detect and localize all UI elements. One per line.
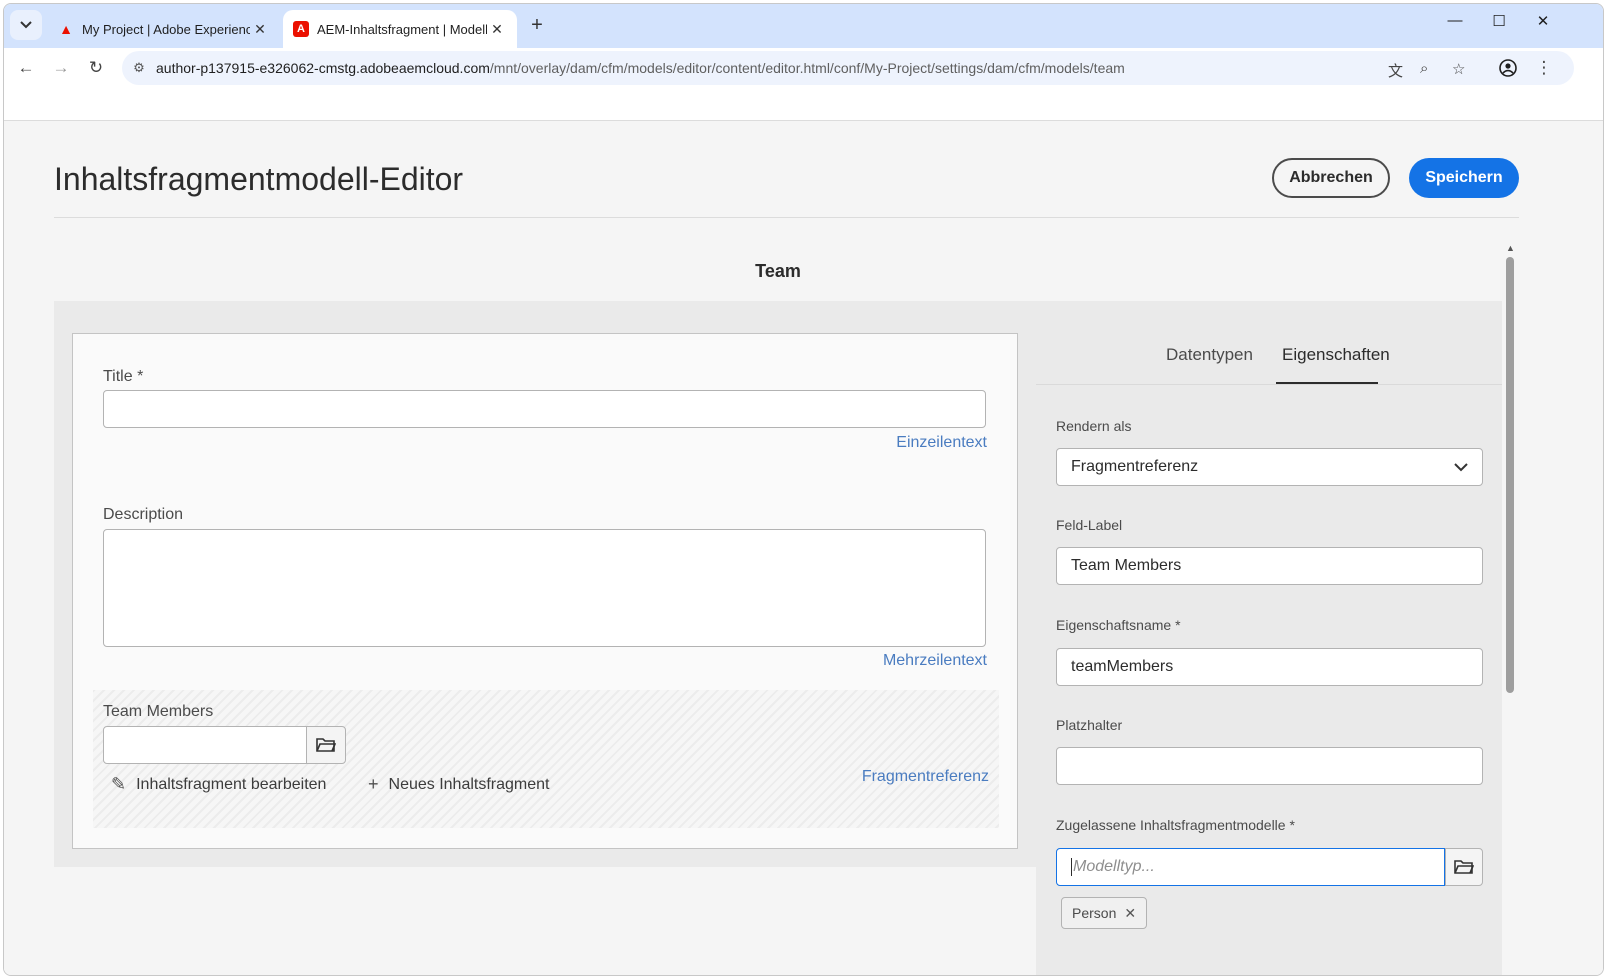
forward-icon[interactable]: → bbox=[47, 54, 75, 82]
property-name-input[interactable]: teamMembers bbox=[1056, 648, 1483, 686]
close-tab-icon[interactable]: ✕ bbox=[487, 21, 507, 38]
tab-strip: ▲ My Project | Adobe Experience ✕ A AEM-… bbox=[4, 4, 1603, 48]
model-name: Team bbox=[755, 261, 801, 281]
title-field-label: Title * bbox=[103, 368, 144, 385]
aem-page: Inhaltsfragmentmodell-Editor Abbrechen S… bbox=[4, 120, 1603, 975]
allowed-models-placeholder: Modelltyp... bbox=[1071, 858, 1155, 876]
browse-models-button[interactable] bbox=[1445, 848, 1483, 886]
chevron-down-icon bbox=[1454, 462, 1468, 471]
render-as-label: Rendern als bbox=[1056, 418, 1132, 434]
close-window-icon[interactable]: ✕ bbox=[1520, 12, 1566, 30]
remove-tag-icon[interactable]: ✕ bbox=[1124, 905, 1136, 922]
close-tab-icon[interactable]: ✕ bbox=[250, 21, 270, 38]
allowed-models-label: Zugelassene Inhaltsfragmentmodelle * bbox=[1056, 817, 1295, 833]
team-members-path-input[interactable] bbox=[103, 726, 307, 764]
tab-title: My Project | Adobe Experience bbox=[82, 21, 250, 37]
adobe-favicon-icon: A bbox=[293, 21, 309, 37]
profile-icon[interactable] bbox=[1494, 54, 1522, 82]
panel-tabs: Datentypen Eigenschaften bbox=[1036, 301, 1502, 385]
browser-toolbar: ← → ↻ ⚙ author-p137915-e326062-cmstg.ado… bbox=[4, 48, 1603, 88]
page-title: Inhaltsfragmentmodell-Editor bbox=[54, 161, 464, 197]
render-as-value: Fragmentreferenz bbox=[1071, 458, 1199, 475]
placeholder-label: Platzhalter bbox=[1056, 717, 1123, 733]
zoom-icon[interactable]: ⌕ bbox=[1420, 60, 1428, 77]
description-field-input[interactable] bbox=[103, 529, 986, 647]
model-title-bar: Team bbox=[54, 243, 1502, 301]
edit-fragment-label: Inhaltsfragment bearbeiten bbox=[136, 775, 327, 793]
folder-icon bbox=[316, 738, 336, 752]
browser-menu-icon[interactable]: ⋮ bbox=[1530, 54, 1558, 82]
property-name-label: Eigenschaftsname * bbox=[1056, 617, 1181, 633]
url-host: author-p137915-e326062-cmstg.adobeaemclo… bbox=[156, 60, 490, 76]
title-field-input[interactable] bbox=[103, 390, 986, 428]
title-field-type: Einzeilentext bbox=[896, 434, 987, 451]
tab-eigenschaften[interactable]: Eigenschaften bbox=[1282, 345, 1390, 365]
new-fragment-action[interactable]: + Neues Inhaltsfragment bbox=[368, 774, 550, 795]
adobe-favicon-icon: ▲ bbox=[59, 21, 73, 37]
translate-icon[interactable]: 文 bbox=[1388, 60, 1403, 81]
address-bar[interactable]: ⚙ author-p137915-e326062-cmstg.adobeaemc… bbox=[122, 51, 1574, 85]
team-members-field-selected[interactable]: Team Members ✎ Inhaltsfragment bearbeite… bbox=[93, 690, 999, 828]
save-button[interactable]: Speichern bbox=[1409, 158, 1519, 198]
allowed-models-input[interactable]: Modelltyp... bbox=[1056, 848, 1445, 886]
tab-search-button[interactable] bbox=[10, 10, 42, 40]
maximize-icon[interactable]: ☐ bbox=[1476, 12, 1522, 30]
browser-window: ▲ My Project | Adobe Experience ✕ A AEM-… bbox=[3, 3, 1604, 976]
minimize-icon[interactable]: — bbox=[1432, 12, 1478, 29]
cancel-button[interactable]: Abbrechen bbox=[1272, 158, 1390, 198]
tab-title: AEM-Inhaltsfragment | Modell-E bbox=[317, 21, 487, 37]
folder-icon bbox=[1454, 860, 1474, 874]
scroll-thumb[interactable] bbox=[1506, 257, 1514, 693]
new-fragment-label: Neues Inhaltsfragment bbox=[388, 775, 550, 793]
plus-icon: + bbox=[368, 774, 379, 794]
back-icon[interactable]: ← bbox=[12, 54, 40, 82]
field-label-input[interactable]: Team Members bbox=[1056, 547, 1483, 585]
site-info-icon[interactable]: ⚙ bbox=[122, 60, 156, 76]
scroll-up-icon[interactable]: ▲ bbox=[1506, 243, 1515, 253]
selected-tab-indicator bbox=[1276, 382, 1378, 384]
model-tag-person: Person ✕ bbox=[1061, 897, 1148, 929]
new-tab-icon[interactable]: + bbox=[525, 14, 549, 37]
placeholder-input[interactable] bbox=[1056, 747, 1483, 785]
description-field-label: Description bbox=[103, 506, 184, 523]
properties-panel: Datentypen Eigenschaften Rendern als Fra… bbox=[1036, 301, 1502, 975]
model-canvas: Title * Einzeilentext Description Mehrze… bbox=[54, 301, 1036, 867]
tab-datentypen[interactable]: Datentypen bbox=[1166, 345, 1253, 365]
browse-folder-button[interactable] bbox=[306, 726, 346, 764]
profile-avatar-icon bbox=[1499, 59, 1517, 77]
header-divider bbox=[54, 217, 1519, 218]
tag-label: Person bbox=[1072, 905, 1117, 921]
chevron-down-icon bbox=[20, 21, 32, 29]
bookmark-star-icon[interactable]: ☆ bbox=[1452, 60, 1465, 78]
field-label-label: Feld-Label bbox=[1056, 517, 1123, 533]
team-members-field-type: Fragmentreferenz bbox=[861, 768, 989, 785]
tab-aem-fragment[interactable]: A AEM-Inhaltsfragment | Modell-E ✕ bbox=[283, 10, 517, 48]
edit-fragment-action[interactable]: ✎ Inhaltsfragment bearbeiten bbox=[111, 774, 326, 795]
team-members-field-label: Team Members bbox=[103, 703, 214, 720]
reload-icon[interactable]: ↻ bbox=[82, 54, 110, 82]
pencil-icon: ✎ bbox=[111, 774, 127, 794]
page-scrollbar[interactable]: ▲ bbox=[1502, 243, 1519, 975]
description-field-type: Mehrzeilentext bbox=[882, 652, 987, 669]
url-path: /mnt/overlay/dam/cfm/models/editor/conte… bbox=[489, 60, 1125, 76]
render-as-select[interactable]: Fragmentreferenz bbox=[1056, 448, 1483, 486]
fields-card: Title * Einzeilentext Description Mehrze… bbox=[72, 333, 1018, 849]
tab-my-project[interactable]: ▲ My Project | Adobe Experience ✕ bbox=[48, 10, 280, 48]
